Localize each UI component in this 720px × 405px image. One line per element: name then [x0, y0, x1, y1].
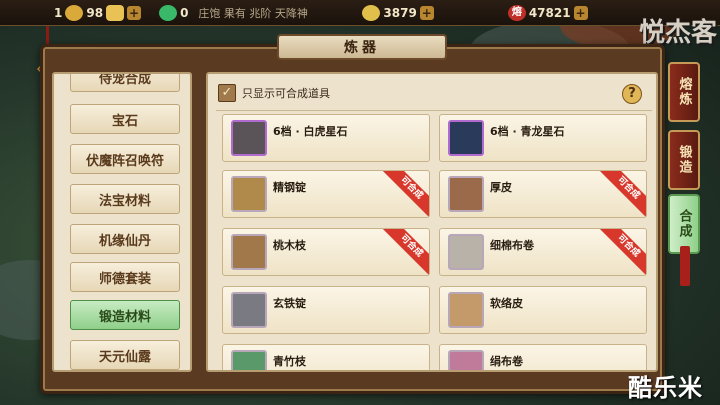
item-name: 精钢锭: [273, 181, 306, 194]
item-name: 软络皮: [490, 297, 523, 310]
add-melt-button[interactable]: +: [573, 5, 588, 20]
category-item[interactable]: 宝石: [70, 104, 180, 134]
filter-label: 只显示可合成道具: [242, 87, 330, 100]
item-card[interactable]: 6档 · 青龙星石: [439, 114, 647, 162]
gold-count: 1: [54, 5, 63, 20]
item-name: 桃木枝: [273, 239, 306, 252]
item-card[interactable]: 玄铁锭: [222, 286, 430, 334]
silk-roll-icon: [448, 350, 484, 370]
category-item[interactable]: 机缘仙丹: [70, 224, 180, 254]
item-grid: ✓ 只显示可合成道具 ? 6档 · 白虎星石 6档 · 青龙星石 精钢锭 可合成…: [206, 72, 658, 372]
steel-ingot-icon: [231, 176, 267, 212]
marquee-text: 庄饱 果有 兆阶 天降神: [198, 6, 308, 20]
coin-resource: 3879 +: [362, 3, 434, 23]
coin-icon: [362, 4, 381, 21]
green-bamboo-icon: [231, 350, 267, 370]
category-item[interactable]: 师德套装: [70, 262, 180, 292]
add-coin-button[interactable]: +: [419, 5, 434, 20]
item-name: 绢布卷: [490, 355, 523, 368]
jade-count: 0: [180, 5, 189, 20]
decorative-tassel-icon: [680, 246, 690, 286]
item-card[interactable]: 细棉布卷 可合成: [439, 228, 647, 276]
white-tiger-stone-icon: [231, 120, 267, 156]
melt-icon: 熔: [507, 4, 526, 21]
item-name: 细棉布卷: [490, 239, 534, 252]
item-card[interactable]: 厚皮 可合成: [439, 170, 647, 218]
category-item[interactable]: 法宝材料: [70, 184, 180, 214]
coin-count: 3879: [383, 5, 417, 20]
soft-leather-icon: [448, 292, 484, 328]
category-item-active[interactable]: 锻造材料: [70, 300, 180, 330]
help-button[interactable]: ?: [622, 84, 642, 104]
tab-forge[interactable]: 锻造: [668, 130, 700, 190]
watermark: 酷乐米: [628, 374, 703, 402]
jade-icon: [159, 4, 178, 21]
panel-title: 炼器: [277, 34, 447, 60]
item-name: 6档 · 白虎星石: [273, 125, 348, 138]
black-iron-ingot-icon: [231, 292, 267, 328]
tab-smelt[interactable]: 熔炼: [668, 62, 700, 122]
melt-count: 47821: [528, 5, 571, 20]
craftable-ribbon: 可合成: [597, 229, 646, 275]
category-item[interactable]: 天元仙露: [70, 340, 180, 370]
item-card[interactable]: 桃木枝 可合成: [222, 228, 430, 276]
cotton-roll-icon: [448, 234, 484, 270]
craftable-ribbon: 可合成: [380, 171, 429, 217]
filter-checkbox[interactable]: ✓: [218, 84, 236, 102]
gold-bar-icon: [106, 4, 125, 21]
thick-hide-icon: [448, 176, 484, 212]
melt-resource: 熔 47821 +: [507, 3, 588, 23]
resource-bar: 1 98 + 0 庄饱 果有 兆阶 天降神 3879 + 熔 47821 +: [0, 0, 720, 26]
divider: [216, 110, 652, 111]
category-item[interactable]: 侍宠合成: [70, 74, 180, 92]
add-gold-button[interactable]: +: [127, 5, 142, 20]
item-name: 玄铁锭: [273, 297, 306, 310]
category-list[interactable]: 侍宠合成 宝石 伏魔阵召唤符 法宝材料 机缘仙丹 师德套装 锻造材料 天元仙露: [52, 72, 192, 372]
jade-resource: 0: [159, 3, 188, 23]
item-name: 青竹枝: [273, 355, 306, 368]
gold-ingot-icon: [65, 4, 84, 21]
peach-wood-icon: [231, 234, 267, 270]
item-card[interactable]: 6档 · 白虎星石: [222, 114, 430, 162]
gold-secondary-count: 98: [86, 5, 104, 20]
item-name: 6档 · 青龙星石: [490, 125, 565, 138]
item-card[interactable]: 软络皮: [439, 286, 647, 334]
azure-dragon-stone-icon: [448, 120, 484, 156]
craftable-ribbon: 可合成: [380, 229, 429, 275]
item-name: 厚皮: [490, 181, 512, 194]
category-item[interactable]: 伏魔阵召唤符: [70, 144, 180, 174]
gold-resource: 1 98 +: [54, 3, 142, 23]
tab-synthesize[interactable]: 合成: [668, 194, 700, 254]
item-card[interactable]: 青竹枝: [222, 344, 430, 370]
craftable-ribbon: 可合成: [597, 171, 646, 217]
item-card[interactable]: 绢布卷: [439, 344, 647, 370]
item-card[interactable]: 精钢锭 可合成: [222, 170, 430, 218]
filter-row[interactable]: ✓ 只显示可合成道具: [218, 84, 330, 102]
